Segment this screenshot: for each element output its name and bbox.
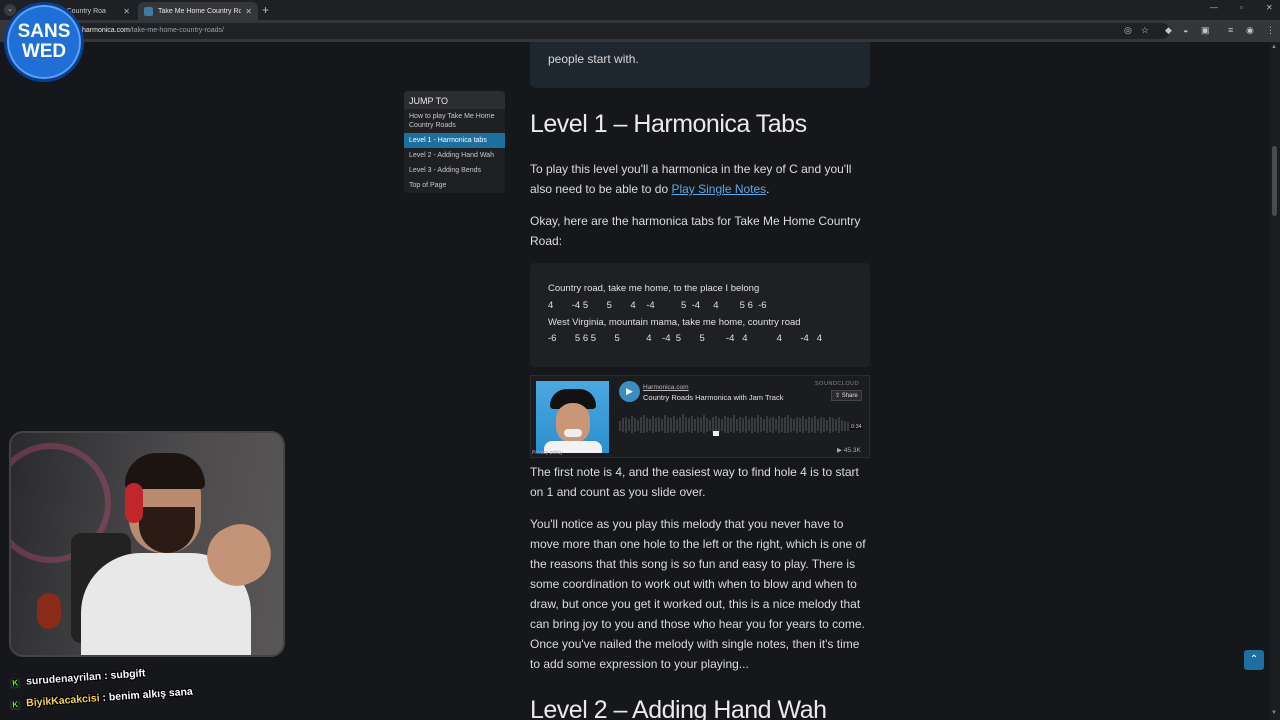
tabs-notes-line: 4 -4 5 5 4 -4 5 -4 4 5 6 -6 [548,300,767,311]
extension-icon[interactable]: ◆ [1165,25,1172,36]
toc-heading: JUMP TO [404,91,505,109]
share-label: Share [841,393,858,399]
callout-text: people start with. [548,52,639,66]
first-note-paragraph: The first note is 4, and the easiest way… [530,465,859,499]
channel-logo: SANS WED [4,2,84,82]
heading-level-1: Level 1 – Harmonica Tabs [530,110,807,138]
close-tab-icon[interactable]: ✕ [245,7,252,16]
play-single-notes-link[interactable]: Play Single Notes [671,182,766,196]
menu-icon[interactable]: ⋮ [1266,25,1275,36]
toc-item-how-to-play[interactable]: How to play Take Me Home Country Roads [404,109,505,133]
url-path: /take-me-home-country-roads/ [129,27,225,34]
privacy-policy-link[interactable]: Privacy policy [532,450,563,456]
chat-text: benim alkış sana [108,685,194,704]
play-button[interactable]: ▶ [619,381,640,402]
track-duration: 0:34 [850,424,863,430]
profile-icon[interactable]: ◉ [1246,25,1254,36]
toc-item-level-1[interactable]: Level 1 - Harmonica tabs [404,133,505,148]
close-tab-icon[interactable]: ✕ [123,7,130,16]
chat-username: BiyikKacakcisi [25,692,100,710]
tab-active[interactable]: Take Me Home Country Roads ✕ [138,2,258,20]
scroll-down-icon[interactable]: ▼ [1271,710,1277,716]
chat-text: subgift [110,667,146,682]
melody-paragraph: You'll notice as you play this melody th… [530,517,866,671]
soundcloud-logo[interactable]: SOUNDCLOUD [815,381,859,387]
media-icon[interactable]: ≡ [1228,25,1233,35]
scroll-up-icon[interactable]: ▲ [1271,44,1277,50]
player-track-title[interactable]: Country Roads Harmonica with Jam Track [643,393,783,402]
play-count: ▶ 45.3K [837,447,861,454]
minimize-icon[interactable]: — [1210,3,1218,12]
webcam-feed [9,431,285,657]
share-button[interactable]: ⇪ Share [831,390,862,401]
chat-overlay: Ksurudenayrilan : subgift K BiyikKacakcis… [9,662,300,712]
jump-to-menu: JUMP TO How to play Take Me Home Country… [404,91,505,193]
intro-text-end: . [766,182,770,196]
waveform[interactable] [619,409,855,437]
tabs-lyric-line: Country road, take me home, to the place… [548,283,760,294]
playhead[interactable] [713,431,719,436]
tabs-intro-paragraph: Okay, here are the harmonica tabs for Ta… [530,214,861,248]
chat-message: K BiyikKacakcisi : benim alkış sana [9,685,194,711]
restore-icon[interactable]: ▫ [1240,3,1243,12]
close-window-icon[interactable]: ✕ [1266,3,1273,12]
toc-item-level-3[interactable]: Level 3 - Adding Bends [404,163,505,178]
extension-icon[interactable]: ◒ [1183,25,1188,35]
kick-icon: K [9,699,21,711]
new-tab-button[interactable]: + [262,3,269,17]
kick-icon: K [9,678,21,689]
chat-message: Ksurudenayrilan : subgift [9,667,146,689]
url-host: harmonica.com [82,27,130,34]
track-artwork [536,381,609,453]
tab-title: Take Me Home Country Roads [158,7,242,15]
favicon-icon [144,6,153,16]
eye-off-icon[interactable]: ◎ [1124,25,1132,36]
previous-callout: people start with. [530,42,870,88]
screen: { "browser": { "tabs": [ {"title": "Home… [0,0,1280,720]
toc-item-top-of-page[interactable]: Top of Page [404,178,505,193]
audio-player: ▶ Harmonica.com Country Roads Harmonica … [530,375,870,458]
address-bar[interactable]: harmonica.com/take-me-home-country-roads… [60,23,1170,39]
headset-image [125,483,143,523]
toolbar: harmonica.com/take-me-home-country-roads… [0,20,1280,42]
logo-line-2: WED [21,41,67,62]
star-icon[interactable]: ☆ [1141,25,1149,36]
logo-line-1: SANS [17,21,71,42]
tabs-notes-line: -6 5 6 5 5 4 -4 5 5 -4 4 4 -4 4 [548,333,823,344]
scrollbar-thumb[interactable] [1272,146,1277,216]
guitar-image [37,593,61,629]
chat-username: surudenayrilan [25,670,102,688]
player-artist-link[interactable]: Harmonica.com [643,384,689,391]
intro-paragraph: To play this level you'll a harmonica in… [530,159,870,199]
tab-strip: ⌄ Home Country Roa ✕ Take Me Home Countr… [0,0,1280,20]
puzzle-icon[interactable]: ▣ [1201,25,1210,36]
back-to-top-button[interactable]: ⌃ [1244,650,1264,670]
page-scrollbar[interactable]: ▲ ▼ [1270,42,1280,720]
harmonica-tabs-box: Country road, take me home, to the place… [530,263,870,367]
heading-level-2: Level 2 – Adding Hand Wah [530,696,827,720]
toc-item-level-2[interactable]: Level 2 - Adding Hand Wah [404,148,505,163]
tabs-lyric-line: West Virginia, mountain mama, take me ho… [548,317,801,328]
